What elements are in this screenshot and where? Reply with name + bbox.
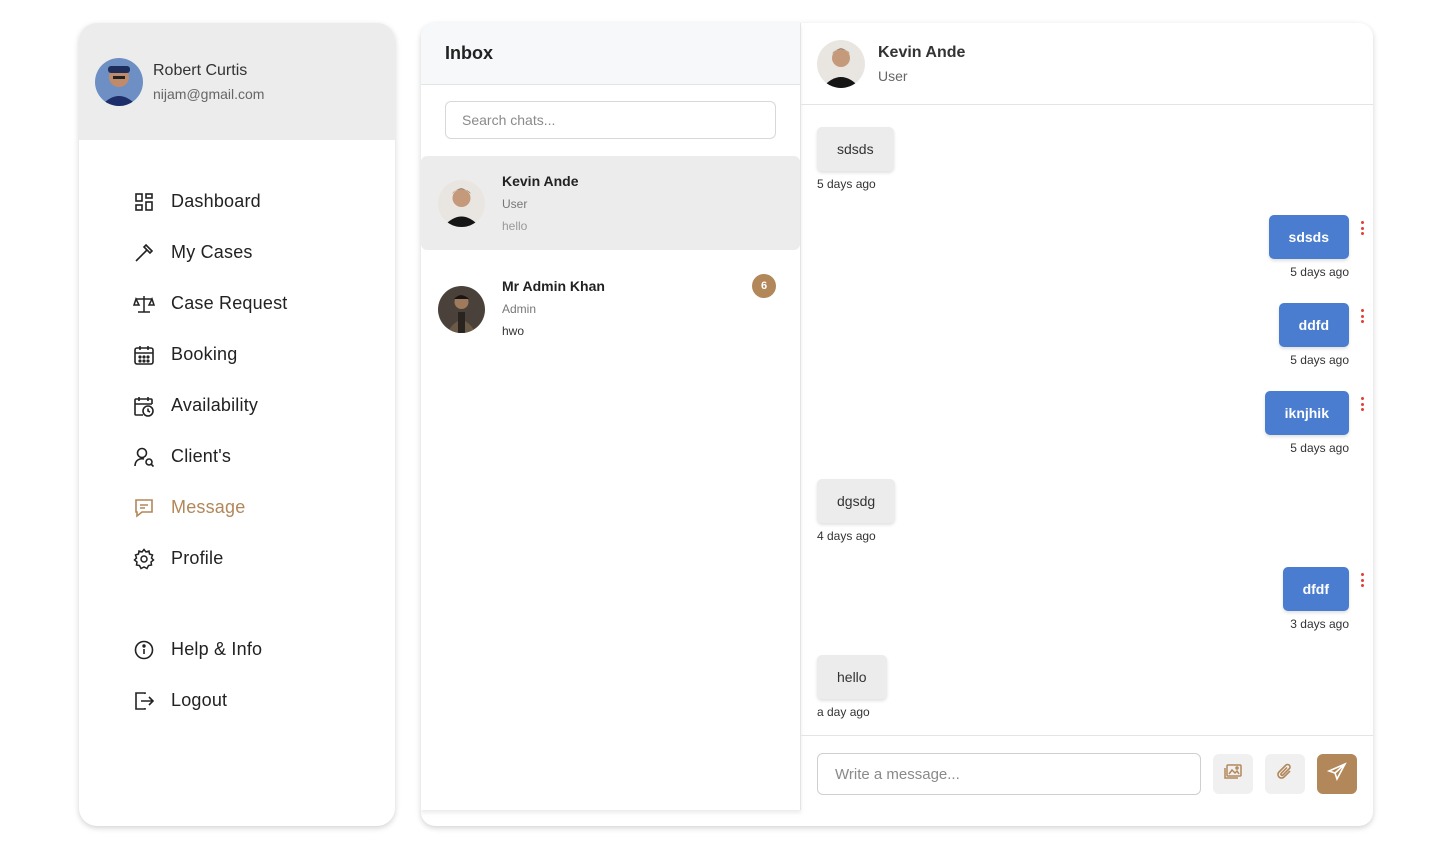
message-bubble: sdsds — [817, 127, 894, 171]
nav-label: Dashboard — [171, 191, 261, 211]
nav-item-help[interactable]: Help & Info — [133, 624, 262, 675]
message-incoming: dgsdg 4 days ago — [817, 479, 896, 543]
logout-icon — [133, 690, 155, 712]
nav-item-my-cases[interactable]: My Cases — [133, 227, 287, 278]
nav-label: Profile — [171, 548, 224, 568]
message-time: 5 days ago — [1290, 441, 1349, 455]
message-menu-icon[interactable] — [1361, 309, 1365, 326]
message-bubble: sdsds — [1268, 215, 1349, 259]
calendar-icon — [133, 344, 155, 366]
message-bubble: hello — [817, 655, 887, 699]
nav-item-logout[interactable]: Logout — [133, 675, 262, 726]
dashboard-icon — [133, 191, 155, 213]
chat-item-kevin-ande[interactable]: Kevin Ande User hello — [421, 156, 800, 250]
nav-item-availability[interactable]: Availability — [133, 380, 287, 431]
contact-role: User — [878, 67, 908, 84]
nav-label: Help & Info — [171, 639, 263, 659]
nav-label: Availability — [171, 395, 259, 415]
nav-label: Booking — [171, 344, 238, 364]
nav-item-case-request[interactable]: Case Request — [133, 278, 287, 329]
conversation-header: Kevin Ande User — [801, 23, 1373, 105]
secondary-nav: Help & Info Logout — [133, 624, 262, 726]
message-outgoing: ddfd 5 days ago — [1278, 303, 1364, 367]
sidebar: Robert Curtis nijam@gmail.com Dashboard … — [79, 23, 395, 826]
send-button[interactable] — [1317, 754, 1357, 794]
message-incoming: hello a day ago — [817, 655, 887, 719]
inbox-title: Inbox — [421, 23, 800, 85]
unread-count-badge: 6 — [752, 274, 776, 298]
conversation-panel: Kevin Ande User sdsds 5 days ago sdsds 5… — [801, 23, 1373, 826]
user-profile-card[interactable]: Robert Curtis nijam@gmail.com — [79, 23, 395, 140]
inbox-panel: Inbox Kevin Ande User hello Mr Admin Kha… — [421, 23, 801, 810]
chat-last-message: hello — [502, 219, 528, 233]
message-outgoing: iknjhik 5 days ago — [1264, 391, 1364, 455]
user-name: Robert Curtis — [153, 61, 248, 79]
contact-name: Kevin Ande — [878, 43, 966, 61]
message-outgoing: sdsds 5 days ago — [1268, 215, 1364, 279]
message-menu-icon[interactable] — [1361, 573, 1365, 590]
hammer-icon — [133, 242, 155, 264]
message-time: 5 days ago — [817, 177, 876, 191]
chat-role: Admin — [502, 302, 537, 316]
message-incoming: sdsds 5 days ago — [817, 127, 894, 191]
message-input[interactable] — [817, 753, 1201, 795]
attach-file-button[interactable] — [1265, 754, 1305, 794]
message-time: 5 days ago — [1290, 265, 1349, 279]
nav-item-message[interactable]: Message — [133, 482, 287, 533]
user-search-icon — [133, 446, 155, 468]
message-time: 3 days ago — [1290, 617, 1349, 631]
messages-panel: Inbox Kevin Ande User hello Mr Admin Kha… — [421, 23, 1373, 826]
user-email: nijam@gmail.com — [153, 85, 265, 102]
nav-item-profile[interactable]: Profile — [133, 533, 287, 584]
message-time: 4 days ago — [817, 529, 876, 543]
message-menu-icon[interactable] — [1361, 397, 1365, 414]
chat-avatar — [438, 286, 485, 333]
chat-last-message: hwo — [502, 324, 525, 338]
search-chats-input[interactable] — [445, 101, 776, 139]
paperclip-icon — [1275, 762, 1295, 787]
message-bubble: ddfd — [1278, 303, 1349, 347]
message-icon — [133, 497, 155, 519]
chat-item-mr-admin-khan[interactable]: Mr Admin Khan Admin hwo 6 — [421, 260, 800, 354]
nav-label: Message — [171, 497, 246, 517]
nav-item-booking[interactable]: Booking — [133, 329, 287, 380]
nav-label: My Cases — [171, 242, 253, 262]
message-menu-icon[interactable] — [1361, 221, 1365, 238]
nav-label: Logout — [171, 690, 228, 710]
image-icon — [1223, 762, 1243, 787]
message-time: a day ago — [817, 705, 870, 719]
nav-item-dashboard[interactable]: Dashboard — [133, 176, 287, 227]
nav-label: Client's — [171, 446, 232, 466]
message-composer — [801, 735, 1373, 811]
gear-icon — [133, 547, 155, 570]
chat-avatar — [438, 179, 485, 227]
user-avatar — [95, 57, 143, 106]
info-icon — [133, 639, 155, 661]
message-bubble: iknjhik — [1264, 391, 1349, 435]
nav-item-clients[interactable]: Client's — [133, 431, 287, 482]
image-upload-button[interactable] — [1213, 754, 1253, 794]
calendar-clock-icon — [133, 395, 155, 417]
message-bubble: dfdf — [1282, 567, 1349, 611]
chat-name: Kevin Ande — [502, 173, 579, 189]
main-nav: Dashboard My Cases Case Request Booking … — [133, 176, 287, 584]
chat-name: Mr Admin Khan — [502, 278, 605, 294]
send-icon — [1326, 761, 1347, 787]
chat-role: User — [502, 197, 528, 211]
message-outgoing: dfdf 3 days ago — [1282, 567, 1364, 631]
message-time: 5 days ago — [1290, 353, 1349, 367]
nav-label: Case Request — [171, 293, 288, 313]
message-bubble: dgsdg — [817, 479, 896, 523]
contact-avatar — [817, 39, 865, 88]
scales-icon — [133, 293, 155, 315]
